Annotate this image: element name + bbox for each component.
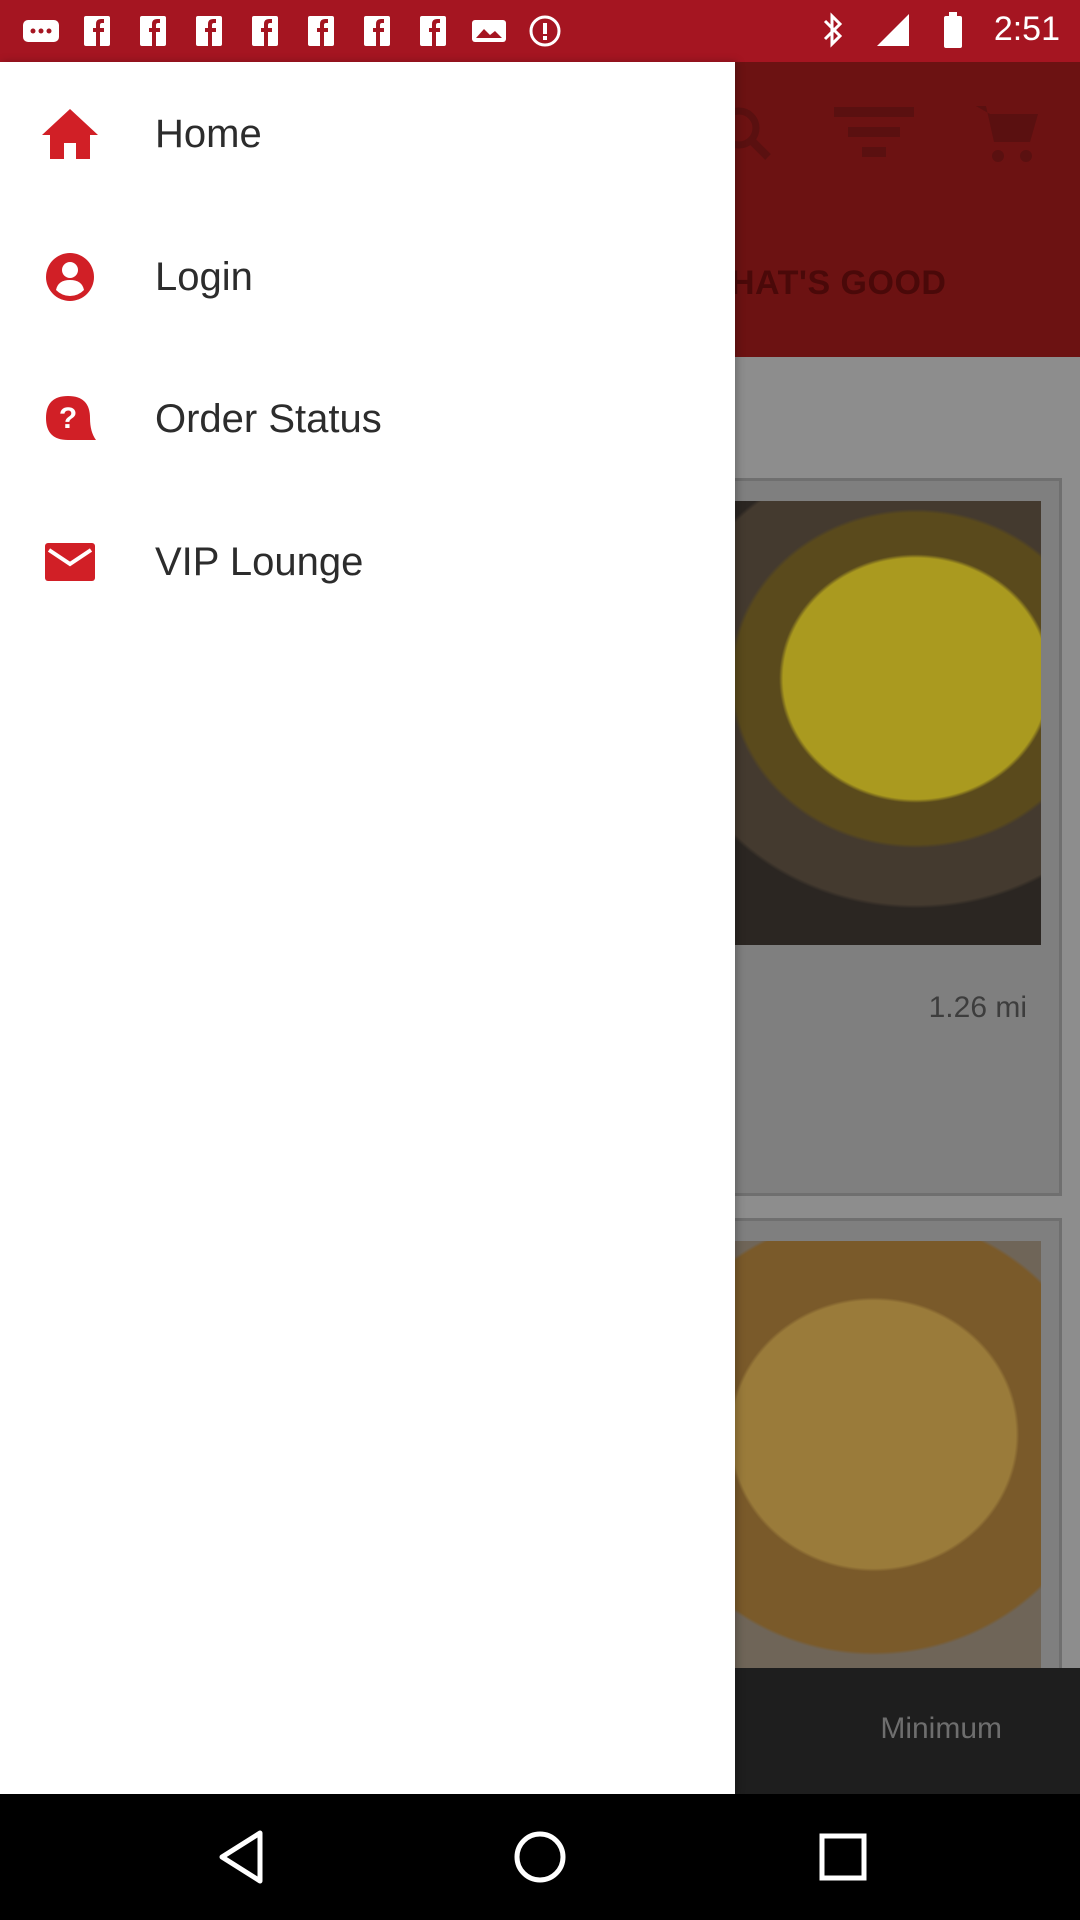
navigation-drawer: Home Login ? Order Status VIP Lounge (0, 62, 735, 1794)
account-icon (35, 242, 105, 312)
drawer-item-order-status[interactable]: ? Order Status (0, 359, 735, 479)
drawer-item-label: VIP Lounge (155, 539, 364, 584)
home-nav-icon[interactable] (505, 1822, 575, 1892)
home-icon (35, 99, 105, 169)
minimum-label: Minimum (880, 1712, 1002, 1745)
filter-icon[interactable] (834, 105, 914, 166)
drawer-item-home[interactable]: Home (0, 74, 735, 194)
fb-icon (302, 12, 340, 50)
pictures-icon (470, 12, 508, 50)
battery-icon (934, 11, 972, 49)
drawer-item-login[interactable]: Login (0, 217, 735, 337)
help-chat-icon: ? (35, 384, 105, 454)
bluetooth-icon (814, 11, 852, 49)
cart-icon[interactable] (974, 102, 1040, 169)
mail-icon (35, 527, 105, 597)
status-bar: 2:51 (0, 0, 1080, 62)
fb-icon (358, 12, 396, 50)
fb-icon (78, 12, 116, 50)
recents-icon[interactable] (808, 1822, 878, 1892)
drawer-item-label: Login (155, 254, 253, 299)
drawer-item-label: Home (155, 111, 262, 156)
tab-whats-good[interactable]: HAT'S GOOD (730, 264, 946, 303)
alert-icon (526, 12, 564, 50)
drawer-item-vip-lounge[interactable]: VIP Lounge (0, 502, 735, 622)
notification-icons (22, 12, 564, 50)
drawer-item-label: Order Status (155, 396, 382, 441)
distance-label: 1.26 mi (928, 991, 1027, 1024)
back-icon[interactable] (206, 1822, 276, 1892)
fb-icon (246, 12, 284, 50)
system-nav-bar (0, 1794, 1080, 1920)
fb-icon (414, 12, 452, 50)
fb-icon (134, 12, 172, 50)
clock: 2:51 (993, 10, 1060, 48)
fb-icon (190, 12, 228, 50)
more-icon (22, 12, 60, 50)
svg-text:?: ? (59, 402, 77, 435)
signal-icon (874, 11, 912, 49)
